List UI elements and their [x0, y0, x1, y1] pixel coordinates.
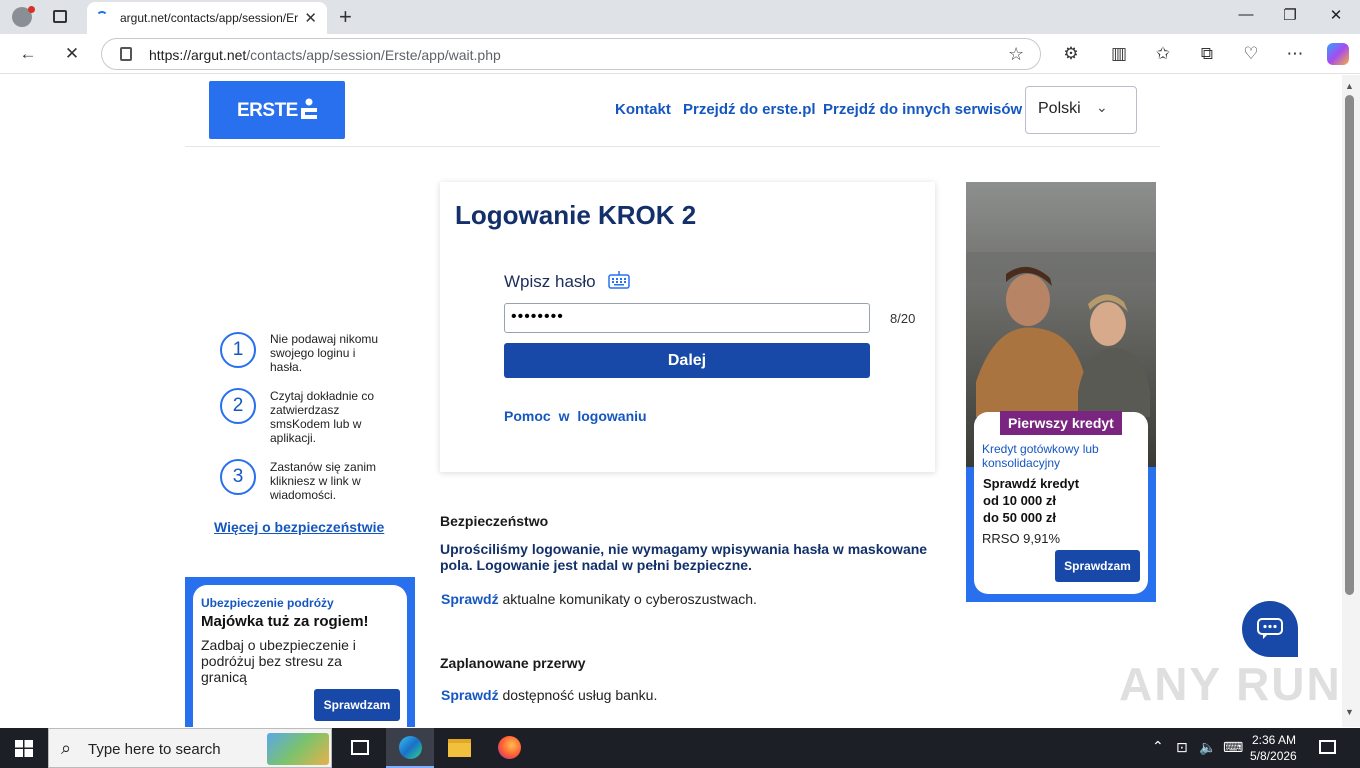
minimize-icon[interactable]: —	[1223, 6, 1269, 23]
chevron-down-icon: ⌄	[1096, 99, 1108, 115]
close-window-icon[interactable]: ✕	[1313, 6, 1359, 24]
language-select[interactable]: Polski ⌄	[1025, 86, 1137, 134]
travel-insurance-promo: Ubezpieczenie podróży Majówka tuż za rog…	[185, 577, 415, 727]
close-tab-icon[interactable]: ✕	[304, 9, 317, 27]
file-explorer-icon[interactable]	[448, 739, 471, 757]
loading-spinner-icon	[96, 11, 108, 23]
promo-left-button[interactable]: Sprawdzam	[314, 689, 400, 721]
nav-link-erste-pl[interactable]: Przejdź do erste.pl	[683, 101, 816, 118]
password-input[interactable]: ••••••••	[504, 303, 870, 333]
chat-button[interactable]	[1242, 601, 1298, 657]
tip-number-1: 1	[220, 332, 256, 368]
split-screen-icon[interactable]: ▥	[1107, 43, 1131, 65]
favorites-icon[interactable]: ✩	[1151, 43, 1175, 65]
favorite-star-icon[interactable]: ☆	[1008, 44, 1024, 65]
password-length-counter: 8/20	[890, 311, 916, 326]
erste-logo[interactable]: ERSTE	[209, 81, 345, 139]
promo-right-offer: Sprawdź kredyt od 10 000 zł do 50 000 zł	[983, 476, 1080, 525]
password-label: Wpisz hasło	[504, 272, 596, 291]
restore-icon[interactable]: ❐	[1267, 6, 1313, 24]
search-placeholder: Type here to search	[88, 741, 221, 758]
breaks-section-title: Zaplanowane przerwy	[440, 655, 586, 671]
clock-date[interactable]: 5/8/2026	[1250, 749, 1297, 763]
tip-number-2: 2	[220, 388, 256, 424]
next-button[interactable]: Dalej	[504, 343, 870, 378]
edge-logo-icon	[399, 736, 422, 759]
promo-left-headline: Majówka tuż za rogiem!	[201, 613, 369, 630]
promo-left-panel: Ubezpieczenie podróży Majówka tuż za rog…	[193, 585, 407, 727]
more-security-link[interactable]: Więcej o bezpieczeństwie	[214, 519, 384, 535]
collections-icon[interactable]: ⧉	[1195, 43, 1219, 65]
chat-bubble-icon	[1257, 618, 1283, 639]
security-info-line: Sprawdź aktualne komunikaty o cyberoszus…	[441, 591, 757, 607]
promo-right-panel: Pierwszy kredyt Kredyt gotówkowy lub kon…	[974, 411, 1148, 594]
promo-badge: Pierwszy kredyt	[1000, 411, 1122, 435]
taskbar-search[interactable]: ⌕ Type here to search	[48, 728, 332, 768]
tab-active[interactable]: argut.net/contacts/app/session/Er ✕	[87, 2, 327, 34]
notifications-icon[interactable]	[1319, 740, 1336, 754]
clock-time[interactable]: 2:36 AM	[1252, 733, 1296, 747]
promo-left-kicker: Ubezpieczenie podróży	[201, 596, 334, 610]
anyrun-watermark: ANY RUN	[1119, 658, 1342, 710]
tip-number-3: 3	[220, 459, 256, 495]
tab-actions-icon[interactable]	[53, 10, 67, 23]
tray-network-icon[interactable]: ⊡	[1176, 739, 1188, 756]
language-value: Polski	[1038, 100, 1081, 117]
url-text: https://argut.net/contacts/app/session/E…	[149, 47, 501, 63]
search-icon: ⌕	[61, 738, 72, 758]
page-viewport: ERSTE Kontakt Przejdź do erste.pl Przejd…	[4, 75, 1342, 727]
nav-link-contact[interactable]: Kontakt	[615, 101, 671, 118]
tray-volume-icon[interactable]: 🔈	[1199, 739, 1216, 756]
task-view-icon[interactable]	[351, 740, 369, 755]
site-info-icon[interactable]	[120, 47, 132, 61]
tray-chevron-icon[interactable]: ⌃	[1152, 738, 1164, 755]
login-title: Logowanie KROK 2	[455, 200, 697, 230]
copilot-icon[interactable]	[1327, 43, 1349, 65]
address-bar[interactable]: https://argut.net/contacts/app/session/E…	[101, 38, 1041, 70]
first-loan-promo[interactable]: Pierwszy kredyt Kredyt gotówkowy lub kon…	[966, 182, 1156, 602]
promo-left-body: Zadbaj o ubezpieczenie i podróżuj bez st…	[201, 637, 356, 685]
tab-title: argut.net/contacts/app/session/Er	[120, 11, 298, 25]
sparkasse-s-icon	[301, 98, 317, 119]
logo-text: ERSTE	[237, 100, 298, 121]
page-scrollbar[interactable]: ▲ ▼	[1342, 75, 1360, 727]
extensions-icon[interactable]: ⚙	[1059, 43, 1083, 65]
scrollbar-thumb[interactable]	[1345, 95, 1354, 595]
security-section-notice: Uprościliśmy logowanie, nie wymagamy wpi…	[440, 541, 928, 573]
new-tab-icon[interactable]: +	[339, 4, 352, 30]
back-icon[interactable]: ←	[16, 43, 40, 65]
promo-right-rrso: RRSO 9,91%	[982, 531, 1061, 546]
notification-dot	[28, 6, 35, 13]
nav-link-other-services[interactable]: Przejdź do innych serwisów	[823, 101, 1022, 118]
stop-loading-icon[interactable]: ✕	[60, 43, 84, 65]
promo-right-button[interactable]: Sprawdzam	[1055, 550, 1140, 582]
tip-text-2: Czytaj dokładnie co zatwierdzasz smsKode…	[270, 389, 375, 445]
browser-toolbar: ← ✕ https://argut.net/contacts/app/sessi…	[0, 34, 1360, 74]
browser-tab-bar: argut.net/contacts/app/session/Er ✕ + — …	[0, 0, 1360, 34]
firefox-icon[interactable]	[498, 736, 521, 759]
browser-essentials-icon[interactable]: ♡	[1239, 43, 1263, 65]
tip-text-1: Nie podawaj nikomu swojego loginu i hasł…	[270, 332, 379, 374]
scroll-down-icon[interactable]: ▼	[1345, 707, 1354, 717]
more-menu-icon[interactable]: ⋯	[1283, 43, 1307, 65]
tray-keyboard-icon[interactable]: ⌨	[1223, 739, 1243, 756]
security-section-title: Bezpieczeństwo	[440, 513, 549, 529]
windows-taskbar: ⌕ Type here to search ⌃ ⊡ 🔈 ⌨ 2:36 AM 5/…	[0, 728, 1360, 768]
check-cyber-alerts-link[interactable]: Sprawdź	[441, 591, 499, 607]
virtual-keyboard-icon[interactable]	[608, 271, 630, 289]
scroll-up-icon[interactable]: ▲	[1345, 81, 1354, 91]
header-divider	[185, 146, 1160, 147]
promo-right-sub: Kredyt gotówkowy lub konsolidacyjny	[982, 442, 1099, 470]
login-card: Logowanie KROK 2 Wpisz hasło •••••••• 8/…	[440, 182, 935, 472]
login-help-link[interactable]: Pomoc w logowaniu	[504, 408, 647, 424]
search-highlight-icon	[267, 733, 329, 765]
check-availability-link[interactable]: Sprawdź	[441, 687, 499, 703]
tip-text-3: Zastanów się zanim klikniesz w link w wi…	[270, 460, 377, 502]
breaks-info-line: Sprawdź dostępność usług banku.	[441, 687, 658, 703]
windows-start-icon[interactable]	[15, 740, 33, 757]
